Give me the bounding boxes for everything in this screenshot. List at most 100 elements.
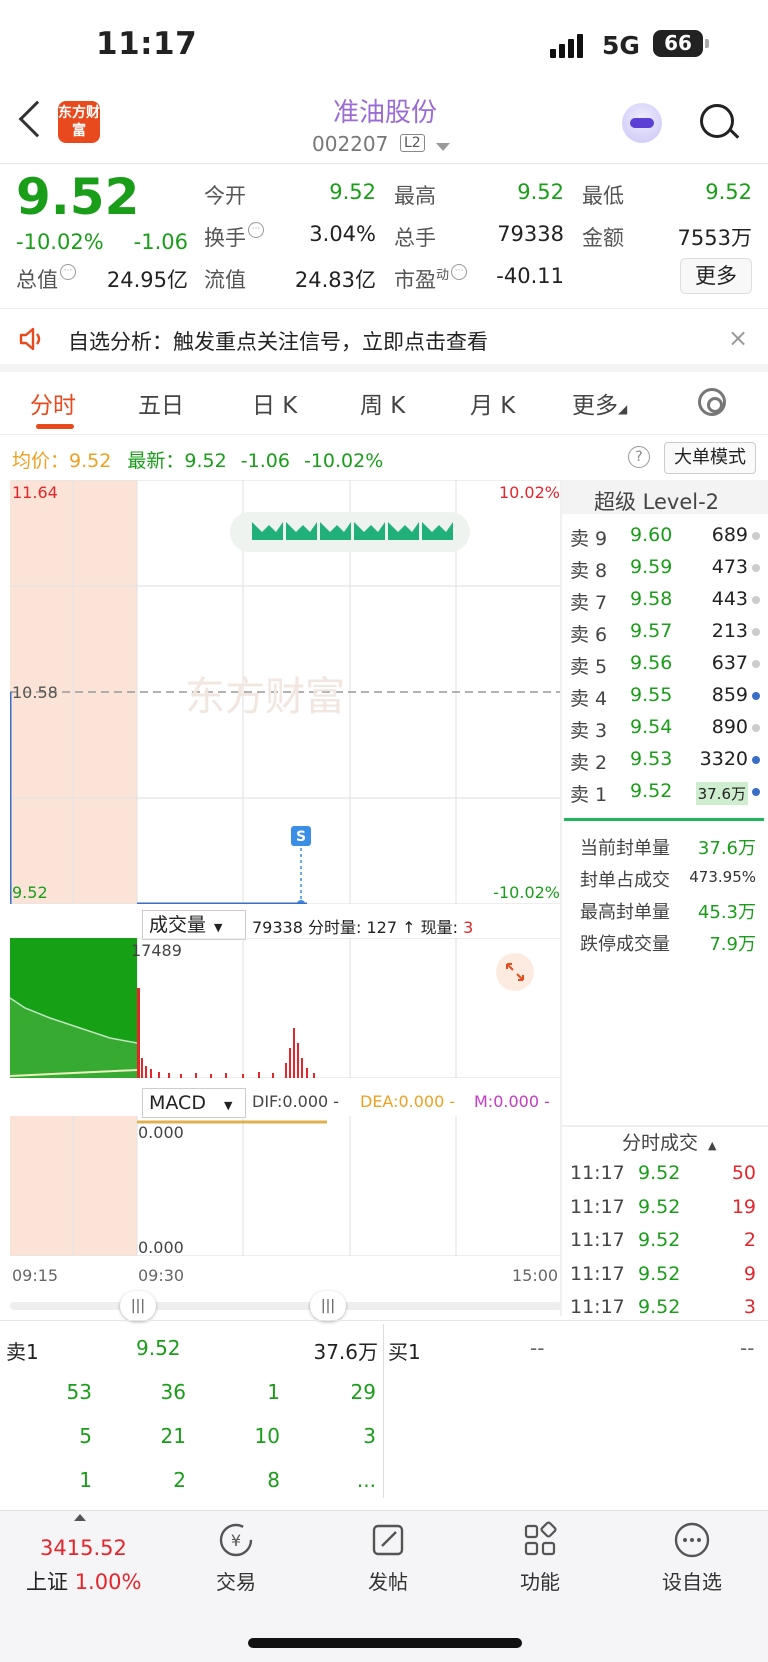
- time-label-close: 15:00: [512, 1266, 559, 1285]
- ask-price: 9.56: [630, 652, 673, 674]
- trade-price: 9.52: [638, 1162, 681, 1184]
- ask-level: 卖 2: [570, 752, 608, 774]
- index-name[interactable]: 上证 1.00%: [26, 1566, 141, 1596]
- index-expand-icon[interactable]: [74, 1514, 86, 1521]
- tab-month-k[interactable]: 月 K: [470, 386, 515, 420]
- current-price: 9.52: [16, 168, 140, 226]
- ask-dot-icon: [752, 756, 760, 764]
- ask-volume: 859: [711, 684, 748, 706]
- robot-assistant-icon[interactable]: [622, 103, 662, 143]
- level2-tag[interactable]: L2: [400, 134, 425, 152]
- more-info-icon[interactable]: ···: [451, 264, 468, 280]
- range-scrollbar[interactable]: [10, 1302, 562, 1310]
- range-handle-right[interactable]: |||: [310, 1291, 346, 1321]
- ask-level: 卖 6: [570, 624, 608, 646]
- post-icon[interactable]: [368, 1520, 408, 1560]
- network-label: 5G: [602, 31, 640, 60]
- queue-sell-volume: 37.6万: [313, 1340, 378, 1364]
- seal-label: 最高封单量: [580, 902, 670, 923]
- ask-row[interactable]: 卖 4 9.55 859: [562, 680, 768, 712]
- ask-volume: 3320: [699, 748, 748, 770]
- limit-divider: [564, 818, 764, 821]
- avg-price-info: 均价：9.52 最新：9.52 -1.06 -10.02%: [12, 450, 384, 472]
- queue-buy-price: --: [530, 1336, 545, 1360]
- queue-order-size: 29: [350, 1380, 376, 1404]
- search-icon[interactable]: [700, 104, 734, 138]
- close-icon[interactable]: ×: [728, 324, 748, 352]
- turnover-label: 换手 ···: [204, 222, 264, 252]
- y-axis-bottom: 9.52: [12, 883, 48, 902]
- queue-order-size: 8: [267, 1468, 280, 1492]
- volume-selector[interactable]: 成交量 ▼: [142, 910, 246, 940]
- ask-row[interactable]: 卖 8 9.59 473: [562, 552, 768, 584]
- low-value: 9.52: [705, 180, 752, 204]
- ask-row[interactable]: 卖 2 9.53 3320: [562, 744, 768, 776]
- add-watchlist-icon[interactable]: [672, 1520, 712, 1560]
- macd-selector[interactable]: MACD ▼: [142, 1088, 246, 1118]
- queue-order-size: ...: [356, 1468, 376, 1492]
- home-indicator: [248, 1638, 522, 1648]
- seal-info: 当前封单量 37.6万 封单占成交 473.95% 最高封单量 45.3万 跌停成交量 7.9…: [562, 830, 768, 958]
- trade-volume: 9: [743, 1262, 756, 1285]
- macd-chart: 0.000 0.000: [10, 1116, 562, 1256]
- stock-name[interactable]: 准油股份: [300, 92, 470, 129]
- trades-title[interactable]: 分时成交 ▲: [622, 1128, 716, 1155]
- float-value: 24.83亿: [294, 268, 376, 292]
- ask-row[interactable]: 卖 7 9.58 443: [562, 584, 768, 616]
- ask-price: 9.57: [630, 620, 673, 642]
- trade-volume: 50: [731, 1162, 756, 1184]
- turnover-value: 3.04%: [309, 222, 376, 246]
- queue-order-size: 2: [173, 1468, 186, 1492]
- tab-day-k[interactable]: 日 K: [252, 386, 297, 420]
- signal-marker[interactable]: S: [296, 829, 306, 845]
- index-value[interactable]: 3415.52: [40, 1536, 127, 1560]
- tab-more[interactable]: 更多◢: [572, 386, 627, 420]
- level2-title[interactable]: 超级 Level-2: [594, 486, 719, 516]
- change-amount: -1.06: [133, 230, 188, 254]
- ask-row[interactable]: 卖 6 9.57 213: [562, 616, 768, 648]
- ask-row[interactable]: 卖 1 9.52 37.6万: [562, 776, 768, 808]
- more-button[interactable]: 更多: [680, 258, 752, 294]
- ask-level: 卖 9: [570, 528, 608, 550]
- ask-row[interactable]: 卖 5 9.56 637: [562, 648, 768, 680]
- trade-time: 11:17: [570, 1229, 625, 1251]
- functions-icon[interactable]: [520, 1520, 560, 1560]
- seal-label: 跌停成交量: [580, 934, 670, 955]
- ask-row[interactable]: 卖 3 9.54 890: [562, 712, 768, 744]
- queue-order-size: 36: [160, 1380, 186, 1404]
- trade-button-label[interactable]: 交易: [196, 1566, 276, 1595]
- more-info-icon[interactable]: ···: [248, 222, 264, 238]
- stock-code[interactable]: 002207: [312, 132, 388, 156]
- float-label: 流值: [204, 268, 246, 292]
- amount-label: 金额: [582, 226, 624, 250]
- notice-text[interactable]: 自选分析：触发重点关注信号，立即点击查看: [68, 326, 488, 356]
- intraday-price-chart[interactable]: 东方财富 S 11.64 10.58 9.52 10.02% -10.02%: [10, 480, 562, 904]
- more-info-icon[interactable]: ···: [60, 264, 76, 280]
- queue-sell-price: 9.52: [136, 1336, 181, 1360]
- macd-bottom-label: 0.000: [138, 1238, 184, 1256]
- post-button-label[interactable]: 发帖: [348, 1566, 428, 1595]
- panel-divider: [560, 480, 562, 1316]
- ask-row[interactable]: 卖 9 9.60 689: [562, 520, 768, 552]
- app-logo[interactable]: 东方财富: [58, 101, 100, 143]
- help-icon[interactable]: ?: [628, 446, 650, 468]
- tab-intraday[interactable]: 分时: [30, 386, 76, 420]
- ask-dot-icon: [752, 788, 760, 796]
- mktcap-label: 总值 ···: [16, 264, 76, 294]
- range-handle-left[interactable]: |||: [120, 1291, 156, 1321]
- expand-icon[interactable]: [496, 953, 534, 991]
- big-order-mode-button[interactable]: 大单模式: [664, 442, 756, 474]
- functions-button-label[interactable]: 功能: [500, 1566, 580, 1595]
- tab-five-day[interactable]: 五日: [138, 386, 184, 420]
- pe-value: -40.11: [496, 264, 564, 288]
- pe-label: 市盈动 ···: [394, 264, 468, 294]
- tab-week-k[interactable]: 周 K: [360, 386, 405, 420]
- ask-level: 卖 8: [570, 560, 608, 582]
- trade-icon[interactable]: ¥: [216, 1520, 256, 1560]
- queue-order-size: 21: [160, 1424, 186, 1448]
- ask-volume: 637: [711, 652, 748, 674]
- gear-icon[interactable]: [698, 388, 726, 416]
- ask-volume: 689: [711, 524, 748, 546]
- add-watchlist-label[interactable]: 设自选: [652, 1566, 732, 1595]
- chevron-down-icon[interactable]: [436, 143, 450, 151]
